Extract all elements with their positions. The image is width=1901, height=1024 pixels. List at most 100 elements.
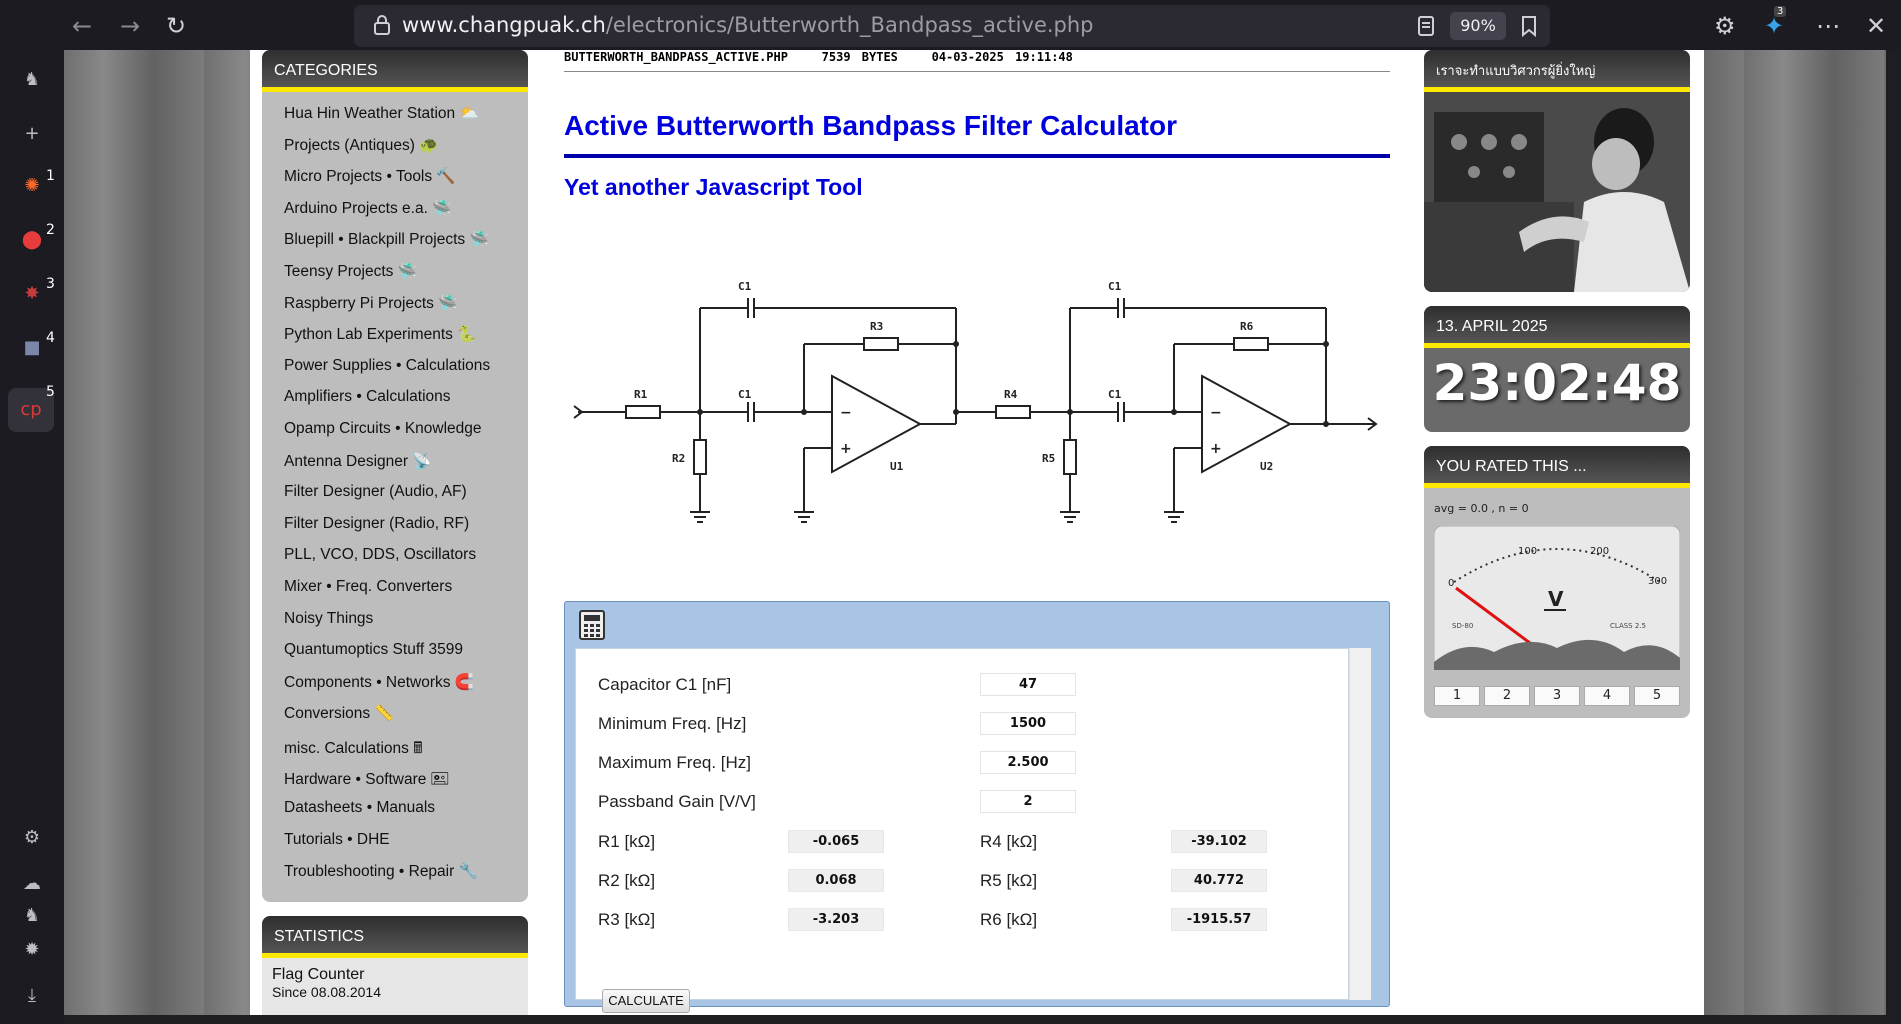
scale-label-0: 0 — [1448, 578, 1454, 589]
label-u2: U2 — [1260, 460, 1273, 473]
web-page: CATEGORIES Hua Hin Weather Station ⛅ Proj… — [64, 50, 1886, 1015]
zoom-level[interactable]: 90% — [1450, 12, 1506, 40]
add-tab-icon[interactable]: + — [20, 122, 44, 146]
calculator-scrollbar[interactable] — [1349, 648, 1371, 1000]
circuit-schematic: C1 R3 C1 R6 R1 C1 R4 C1 R2 U1 R5 U2 − + … — [573, 280, 1378, 523]
input-label: Capacitor C1 [nF] — [598, 675, 732, 694]
calculator-icon — [579, 610, 605, 640]
meter-unit: V — [1548, 587, 1564, 611]
category-link[interactable]: Hua Hin Weather Station ⛅ — [284, 104, 528, 136]
label-c1-top: C1 — [738, 280, 752, 293]
file-info: BUTTERWORTH_BANDPASS_ACTIVE.PHP 7539 BYT… — [564, 50, 1390, 72]
category-link[interactable]: Noisy Things — [284, 610, 528, 642]
app-icon[interactable]: ♞ — [20, 68, 44, 92]
category-link[interactable]: Raspberry Pi Projects 🛸 — [284, 294, 528, 326]
category-link[interactable]: Quantumoptics Stuff 3599 — [284, 641, 528, 673]
address-bar[interactable]: www.changpuak.ch/electronics/Butterworth… — [354, 5, 1550, 47]
rate-4-button[interactable]: 4 — [1584, 686, 1630, 706]
settings-icon[interactable]: ⚙ — [20, 826, 44, 850]
category-link[interactable]: Troubleshooting • Repair 🔧 — [284, 862, 528, 894]
output-label: R2 [kΩ] — [598, 871, 656, 890]
back-icon[interactable]: ← — [72, 12, 92, 40]
category-link[interactable]: Python Lab Experiments 🐍 — [284, 325, 528, 357]
category-link[interactable]: Components • Networks 🧲 — [284, 673, 528, 705]
r5-output: 40.772 — [1171, 869, 1267, 892]
tab-badge: 1 — [46, 168, 55, 184]
categories-list: Hua Hin Weather Station ⛅ Projects (Antiq… — [262, 92, 528, 894]
menu-icon[interactable]: ⋯ — [1816, 12, 1840, 40]
bookmark-icon[interactable] — [1520, 15, 1538, 37]
download-icon[interactable]: ⤓ — [20, 984, 44, 1008]
label-c1-top-2: C1 — [1108, 280, 1122, 293]
output-label: R1 [kΩ] — [598, 832, 656, 851]
category-link[interactable]: Micro Projects • Tools 🔨 — [284, 167, 528, 199]
capacitor-c1-input[interactable]: 47 — [980, 673, 1076, 696]
app-icon[interactable]: ♞ — [20, 904, 44, 928]
rate-2-button[interactable]: 2 — [1484, 686, 1530, 706]
min-freq-input[interactable]: 1500 — [980, 712, 1076, 735]
tab-badge: 2 — [46, 222, 55, 238]
label-r2: R2 — [672, 452, 685, 465]
main-column: BUTTERWORTH_BANDPASS_ACTIVE.PHP 7539 BYT… — [564, 50, 1390, 1013]
url-text: www.changpuak.ch/electronics/Butterworth… — [402, 13, 1094, 37]
category-link[interactable]: Filter Designer (Audio, AF) — [284, 483, 528, 515]
category-link[interactable]: Bluepill • Blackpill Projects 🛸 — [284, 230, 528, 262]
category-link[interactable]: Projects (Antiques) 🐢 — [284, 136, 528, 168]
reader-icon[interactable] — [1418, 16, 1434, 36]
output-label: R3 [kΩ] — [598, 910, 656, 929]
scale-label-100: 100 — [1518, 546, 1537, 557]
category-link[interactable]: Tutorials • DHE — [284, 831, 528, 863]
forward-icon[interactable]: → — [120, 12, 140, 40]
tab-badge: 5 — [46, 384, 55, 400]
calculator-body: Capacitor C1 [nF] 47 Minimum Freq. [Hz] … — [575, 648, 1349, 1013]
lock-icon — [374, 15, 390, 35]
page-subtitle: Yet another Javascript Tool — [564, 174, 863, 200]
meter-class: CLASS 2.5 — [1610, 622, 1646, 630]
output-label: R5 [kΩ] — [980, 871, 1038, 890]
extension-icon[interactable]: ✹ — [20, 938, 44, 962]
output-label: R4 [kΩ] — [980, 832, 1038, 851]
cloud-icon[interactable]: ☁ — [20, 872, 44, 896]
category-link[interactable]: Teensy Projects 🛸 — [284, 262, 528, 294]
category-link[interactable]: PLL, VCO, DDS, Oscillators — [284, 546, 528, 578]
category-link[interactable]: Filter Designer (Radio, RF) — [284, 515, 528, 547]
reload-icon[interactable]: ↻ — [166, 12, 186, 40]
tab-icon-1[interactable]: ✺ — [20, 174, 44, 198]
label-r1: R1 — [634, 388, 648, 401]
category-link[interactable]: Antenna Designer 📡 — [284, 452, 528, 484]
opamp-minus-sign: − — [1210, 405, 1222, 421]
file-name: BUTTERWORTH_BANDPASS_ACTIVE.PHP — [564, 50, 788, 64]
flag-counter-label[interactable]: Flag Counter — [272, 966, 518, 984]
category-link[interactable]: Hardware • Software 🖭 — [284, 767, 528, 799]
category-link[interactable]: Mixer • Freq. Converters — [284, 578, 528, 610]
rate-1-button[interactable]: 1 — [1434, 686, 1480, 706]
r4-output: -39.102 — [1171, 830, 1267, 853]
category-link[interactable]: Conversions 📏 — [284, 704, 528, 736]
tab-icon-3[interactable]: ✸ — [20, 282, 44, 306]
category-link[interactable]: misc. Calculations 🖩 — [284, 736, 528, 768]
calculator-widget: Capacitor C1 [nF] 47 Minimum Freq. [Hz] … — [564, 601, 1390, 1013]
r3-output: -3.203 — [788, 908, 884, 931]
calculate-button[interactable]: CALCULATE — [602, 989, 690, 1013]
meter-model: SD-80 — [1452, 622, 1473, 630]
rating-title: YOU RATED THIS ... — [1424, 446, 1690, 488]
category-link[interactable]: Arduino Projects e.a. 🛸 — [284, 199, 528, 231]
rate-5-button[interactable]: 5 — [1634, 686, 1680, 706]
label-r6: R6 — [1240, 320, 1254, 333]
category-link[interactable]: Datasheets • Manuals — [284, 799, 528, 831]
rate-3-button[interactable]: 3 — [1534, 686, 1580, 706]
category-link[interactable]: Power Supplies • Calculations — [284, 357, 528, 389]
close-icon[interactable]: ✕ — [1866, 12, 1886, 40]
passband-gain-input[interactable]: 2 — [980, 790, 1076, 813]
extensions-icon[interactable]: ⚙ — [1714, 12, 1736, 40]
banner-panel: เราจะทำแบบวิศวกรผู้ยิ่งใหญ่ — [1424, 50, 1690, 292]
label-r5: R5 — [1042, 452, 1055, 465]
date-label: 13. APRIL 2025 — [1424, 306, 1690, 348]
category-link[interactable]: Amplifiers • Calculations — [284, 388, 528, 420]
opamp-minus-sign: − — [840, 405, 852, 421]
r6-output: -1915.57 — [1171, 908, 1267, 931]
tab-icon-4[interactable]: ■ — [20, 336, 44, 360]
category-link[interactable]: Opamp Circuits • Knowledge — [284, 420, 528, 452]
max-freq-input[interactable]: 2.500 — [980, 751, 1076, 774]
tab-icon-2[interactable]: ⬤ — [20, 228, 44, 252]
